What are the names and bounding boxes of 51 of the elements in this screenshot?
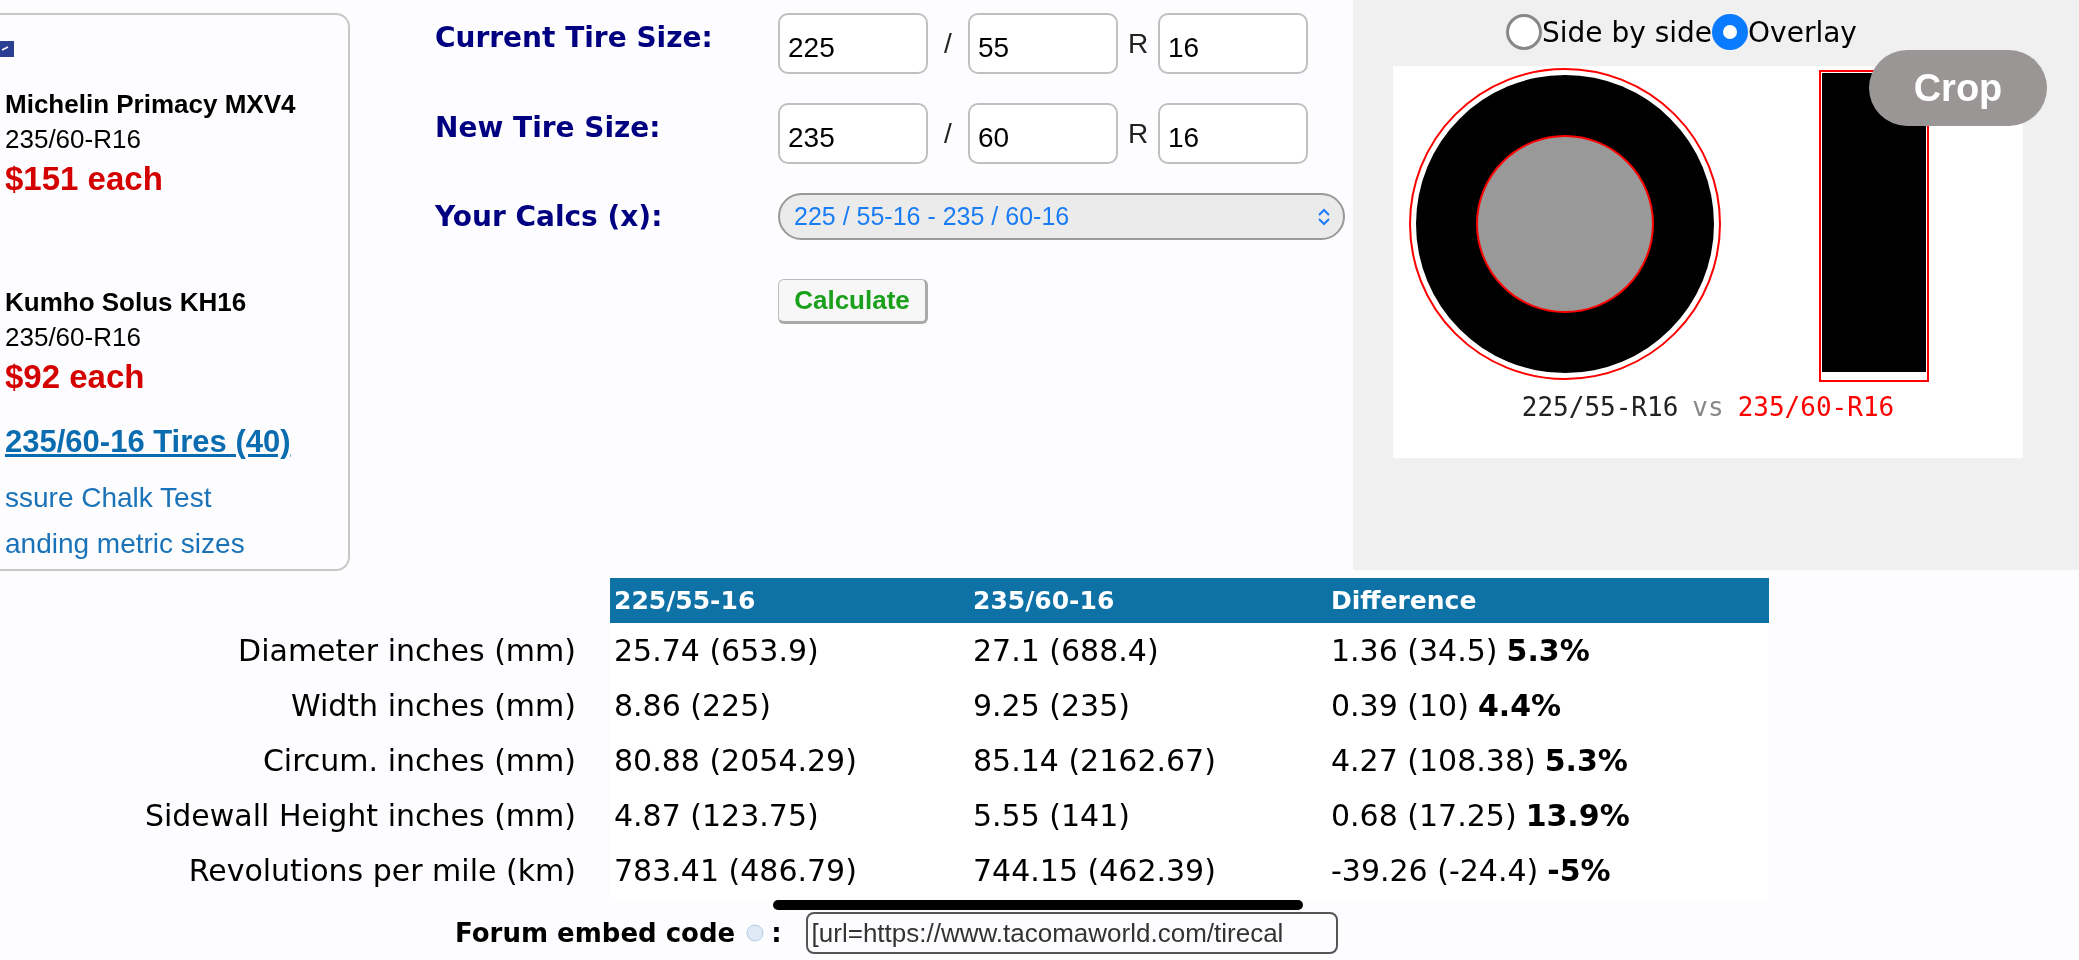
- table-cell-text: 0.68 (17.25): [1331, 797, 1517, 835]
- size-label: New Tire Size:: [435, 110, 662, 144]
- rim-input[interactable]: 16: [1158, 13, 1308, 74]
- embed-colon: :: [771, 918, 782, 948]
- percent-cell-text: 5.3%: [1506, 632, 1590, 670]
- tire-size: 235/60-R16: [5, 321, 141, 354]
- percent-cell-text: -5%: [1547, 852, 1611, 890]
- percent-cell-text: 5.3%: [1544, 742, 1628, 780]
- table-cell-text: 4.27 (108.38): [1331, 742, 1536, 780]
- chevron-icon: [1317, 206, 1331, 227]
- percent-cell-text: 13.9%: [1525, 797, 1630, 835]
- radio-button[interactable]: [1506, 14, 1542, 50]
- embed-code-field[interactable]: [url=https://www.tacomaworld.com/tirecal: [805, 912, 1338, 954]
- percent-cell-text: 4.4%: [1477, 687, 1562, 725]
- radio-label[interactable]: Overlay: [1748, 15, 1857, 49]
- width-input[interactable]: 235: [778, 103, 928, 164]
- table-cell-text: 1.36 (34.5): [1331, 632, 1498, 670]
- separator: /: [943, 27, 953, 60]
- aspect-input[interactable]: 55: [968, 13, 1118, 74]
- rim-prefix: R: [1126, 117, 1150, 150]
- width-input[interactable]: 225: [778, 13, 928, 74]
- calcs-label: Your Calcs (x):: [435, 200, 664, 233]
- tire-name[interactable]: Michelin Primacy MXV4: [5, 86, 296, 122]
- rim-input[interactable]: 16: [1158, 103, 1308, 164]
- tire-price: $151 each: [5, 159, 163, 199]
- rim-prefix: R: [1126, 27, 1150, 60]
- column-header: Difference: [1327, 578, 1769, 623]
- tire-price: $92 each: [5, 357, 145, 397]
- separator: /: [943, 117, 953, 150]
- row-label: Circum. inches (mm): [261, 742, 577, 780]
- embed-label: Forum embed code: [455, 918, 736, 948]
- size-label: Current Tire Size:: [435, 20, 714, 54]
- column-header: 235/60-16: [969, 578, 1327, 623]
- column-header: 225/55-16: [610, 578, 969, 623]
- article-link[interactable]: ssure Chalk Test: [5, 475, 212, 521]
- row-label: Width inches (mm): [289, 687, 577, 725]
- tire-name[interactable]: Kumho Solus KH16: [5, 284, 247, 320]
- new-size-caption: 235/60-R16: [1737, 392, 1895, 422]
- radio-button[interactable]: [1712, 14, 1749, 50]
- article-link[interactable]: anding metric sizes: [5, 521, 245, 567]
- tires-link[interactable]: 235/60-16 Tires (40): [5, 422, 291, 462]
- row-label: Revolutions per mile (km): [187, 852, 577, 890]
- table-cell-text: 0.39 (10): [1331, 687, 1469, 725]
- current-size-caption: 225/55-R16: [1521, 392, 1679, 422]
- vs-caption: vs: [1692, 392, 1724, 422]
- row-label: Diameter inches (mm): [237, 632, 577, 670]
- aspect-input[interactable]: 60: [968, 103, 1118, 164]
- radio-label[interactable]: Side by side: [1542, 15, 1713, 49]
- row-label: Sidewall Height inches (mm): [143, 797, 577, 835]
- tire-size: 235/60-R16: [5, 123, 141, 156]
- table-cell-text: -39.26 (-24.4): [1331, 852, 1539, 890]
